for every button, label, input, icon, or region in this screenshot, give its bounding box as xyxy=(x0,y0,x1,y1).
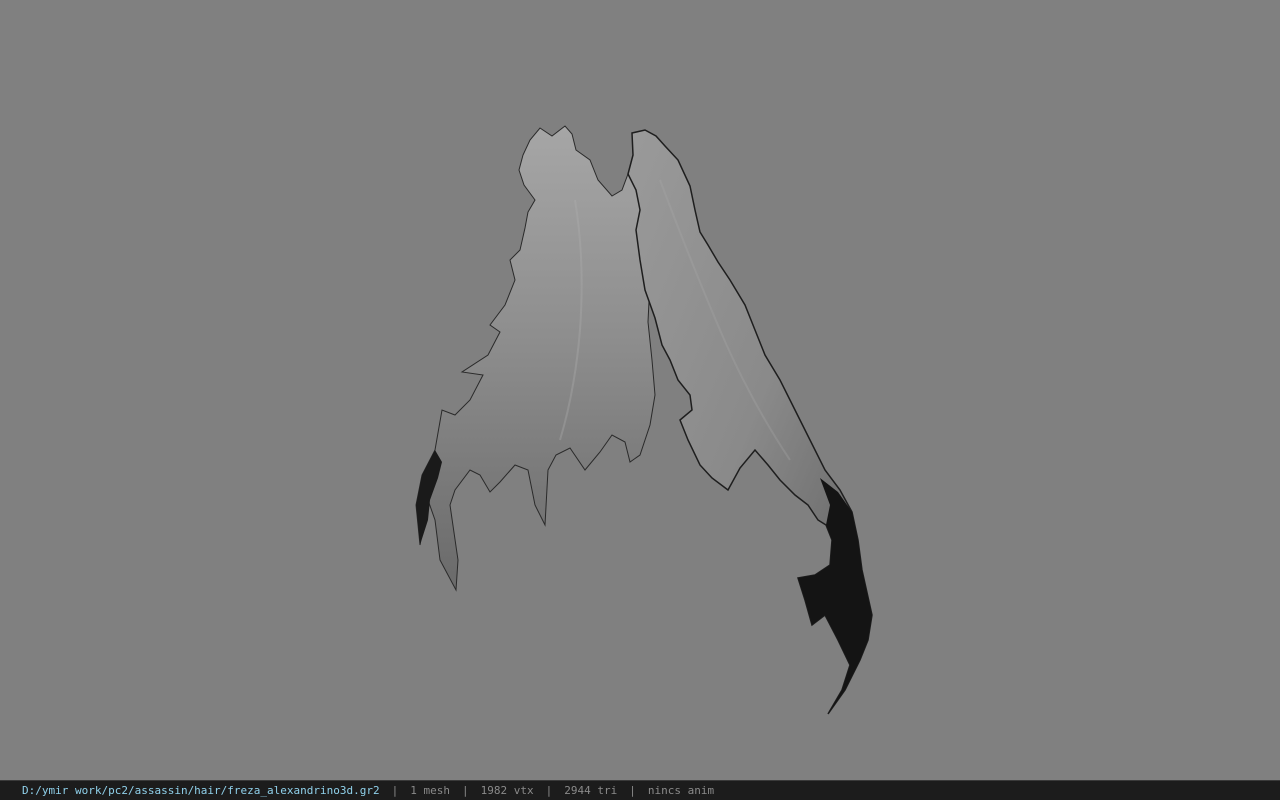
animation-status-label: nincs anim xyxy=(647,784,715,797)
left-hair-strand xyxy=(415,125,656,592)
status-separator: | xyxy=(462,784,469,797)
hair-mesh-render xyxy=(415,125,873,715)
3d-viewport[interactable] xyxy=(0,0,1280,780)
vertex-count-label: 1982 vtx xyxy=(480,784,534,797)
status-separator: | xyxy=(391,784,399,797)
status-bar: D:/ymir work/pc2/assassin/hair/freza_ale… xyxy=(0,780,1280,800)
mesh-count-label: 1 mesh xyxy=(410,784,450,797)
right-strand-shadow xyxy=(798,478,872,714)
status-separator: | xyxy=(545,784,553,797)
triangle-count-label: 2944 tri xyxy=(564,784,618,797)
file-path-label: D:/ymir work/pc2/assassin/hair/freza_ale… xyxy=(22,784,380,797)
status-separator: | xyxy=(629,784,636,797)
